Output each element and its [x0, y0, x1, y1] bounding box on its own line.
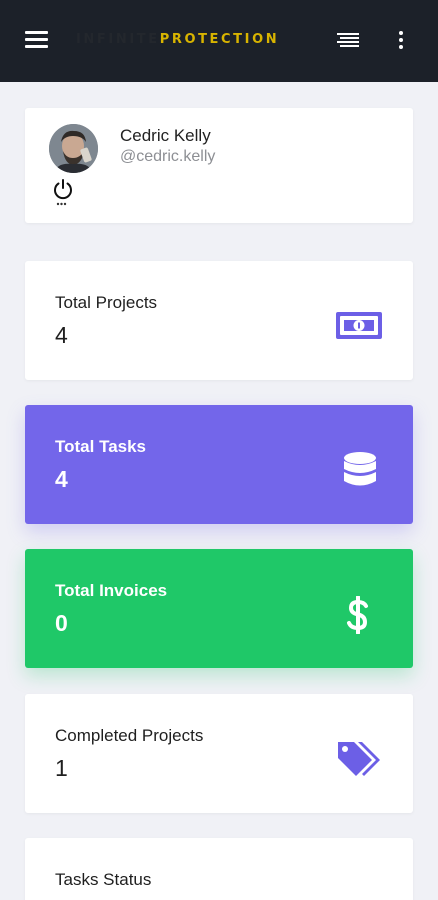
stat-value: 0	[55, 610, 68, 636]
database-icon	[343, 452, 377, 493]
profile-name: Cedric Kelly	[120, 126, 211, 145]
power-icon[interactable]	[52, 178, 74, 206]
total-invoices-card[interactable]: Total Invoices 0	[25, 549, 413, 668]
brand-logo[interactable]: INFINITEPROTECTION	[76, 32, 279, 47]
stat-label: Total Tasks	[55, 437, 147, 456]
more-vertical-icon[interactable]	[396, 31, 406, 51]
stat-label: Total Projects	[55, 293, 158, 312]
tasks-status-title: Tasks Status	[55, 870, 152, 889]
stat-value: 4	[55, 322, 68, 348]
top-navbar: INFINITEPROTECTION	[0, 0, 438, 82]
tags-icon	[336, 740, 382, 783]
total-tasks-card[interactable]: Total Tasks 4	[25, 405, 413, 524]
list-toggle-icon[interactable]	[335, 33, 359, 49]
profile-username: @cedric.kelly	[120, 148, 216, 165]
money-bill-icon	[336, 312, 382, 344]
total-projects-card[interactable]: Total Projects 4	[25, 261, 413, 380]
profile-card: Cedric Kelly @cedric.kelly	[25, 108, 413, 223]
stat-value: 4	[55, 466, 68, 492]
stat-label: Total Invoices	[55, 581, 168, 600]
tasks-status-card: Tasks Status	[25, 838, 413, 900]
stat-label: Completed Projects	[55, 726, 204, 745]
hamburger-menu-icon[interactable]	[25, 31, 48, 49]
avatar[interactable]	[49, 124, 98, 173]
completed-projects-card[interactable]: Completed Projects 1	[25, 694, 413, 813]
dollar-icon	[346, 595, 370, 639]
stat-value: 1	[55, 755, 68, 781]
